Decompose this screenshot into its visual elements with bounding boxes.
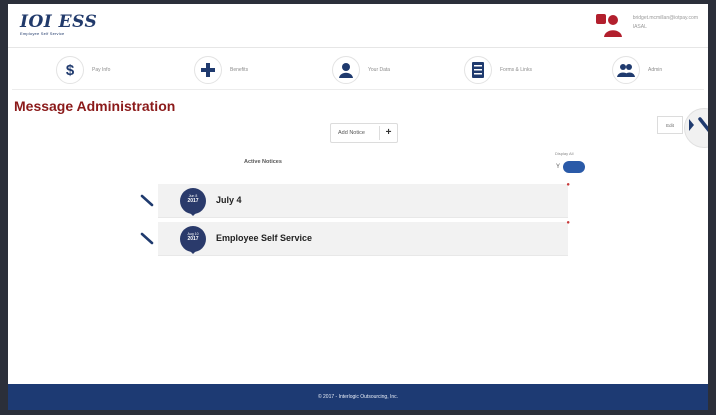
badge-date: Aug 10 [187,232,199,236]
side-edit-toggle[interactable] [684,108,708,148]
dollar-icon: $ [56,56,84,84]
copyright-text: © 2017 - Interlogic Outsourcing, Inc. [317,394,399,400]
document-icon [464,56,492,84]
display-all-label: Display All [555,151,574,156]
nav-label: Pay Info [92,67,111,73]
nav-item-pay-info[interactable]: $ Pay Info [56,56,110,84]
page-title: Message Administration [14,98,176,114]
delete-notice-icon[interactable]: ● [566,182,570,188]
nav-label: Your Data [368,67,391,73]
page-footer: © 2017 - Interlogic Outsourcing, Inc. [8,384,708,410]
badge-date: Jun 8 [188,194,198,198]
date-badge: Aug 10 2017 [180,226,206,252]
badge-year: 2017 [187,236,199,242]
notice-row[interactable]: Aug 10 2017 Employee Self Service ● [158,220,570,256]
user-avatar-icon [595,12,625,38]
delete-notice-icon[interactable]: ● [566,220,570,226]
main-nav: $ Pay Info Benefits Your Data Forms & Li… [12,50,704,90]
app-header: IOI ESS Employee Self Service bridget.mc… [8,4,708,48]
badge-pointer [189,212,197,216]
edit-notice-pencil-icon[interactable] [140,193,154,212]
nav-item-benefits[interactable]: Benefits [194,56,248,84]
toggle-label: Y [555,164,560,170]
notice-title: July 4 [216,195,242,205]
pencil-icon [698,117,708,133]
user-email: bridget.mcmillan@iotpay.com [632,15,698,21]
nav-item-admin[interactable]: Admin [612,56,662,84]
add-notice-label: Add Notice [338,130,365,136]
date-badge: Jun 8 2017 [180,188,206,214]
nav-label: Benefits [230,67,249,73]
add-notice-button[interactable]: Add Notice + [330,123,398,143]
toggle-switch[interactable] [563,161,585,173]
notice-title: Employee Self Service [216,233,313,243]
caret-right-icon [689,119,694,131]
nav-item-your-data[interactable]: Your Data [332,56,390,84]
notice-row[interactable]: Jun 8 2017 July 4 ● [158,182,570,218]
edit-button[interactable]: Edit [657,116,683,134]
person-icon [332,56,360,84]
plus-icon [194,56,222,84]
nav-label: Admin [648,67,663,73]
plus-icon: + [385,127,392,138]
nav-label: Forms & Links [500,67,532,73]
user-info[interactable]: bridget.mcmillan@iotpay.com IASAL [595,12,698,38]
app-logo[interactable]: IOI ESS Employee Self Service [20,12,98,37]
badge-year: 2017 [187,198,199,204]
active-notices-heading: Active Notices [244,159,282,165]
display-all-toggle[interactable]: Y [553,160,586,174]
app-frame: IOI ESS Employee Self Service bridget.mc… [8,4,708,410]
nav-item-forms-links[interactable]: Forms & Links [464,56,532,84]
logo-text: IOI ESS [20,12,98,32]
users-icon [612,56,640,84]
edit-notice-pencil-icon[interactable] [140,231,154,250]
user-company: IASAL [632,24,647,30]
badge-pointer [189,250,197,254]
